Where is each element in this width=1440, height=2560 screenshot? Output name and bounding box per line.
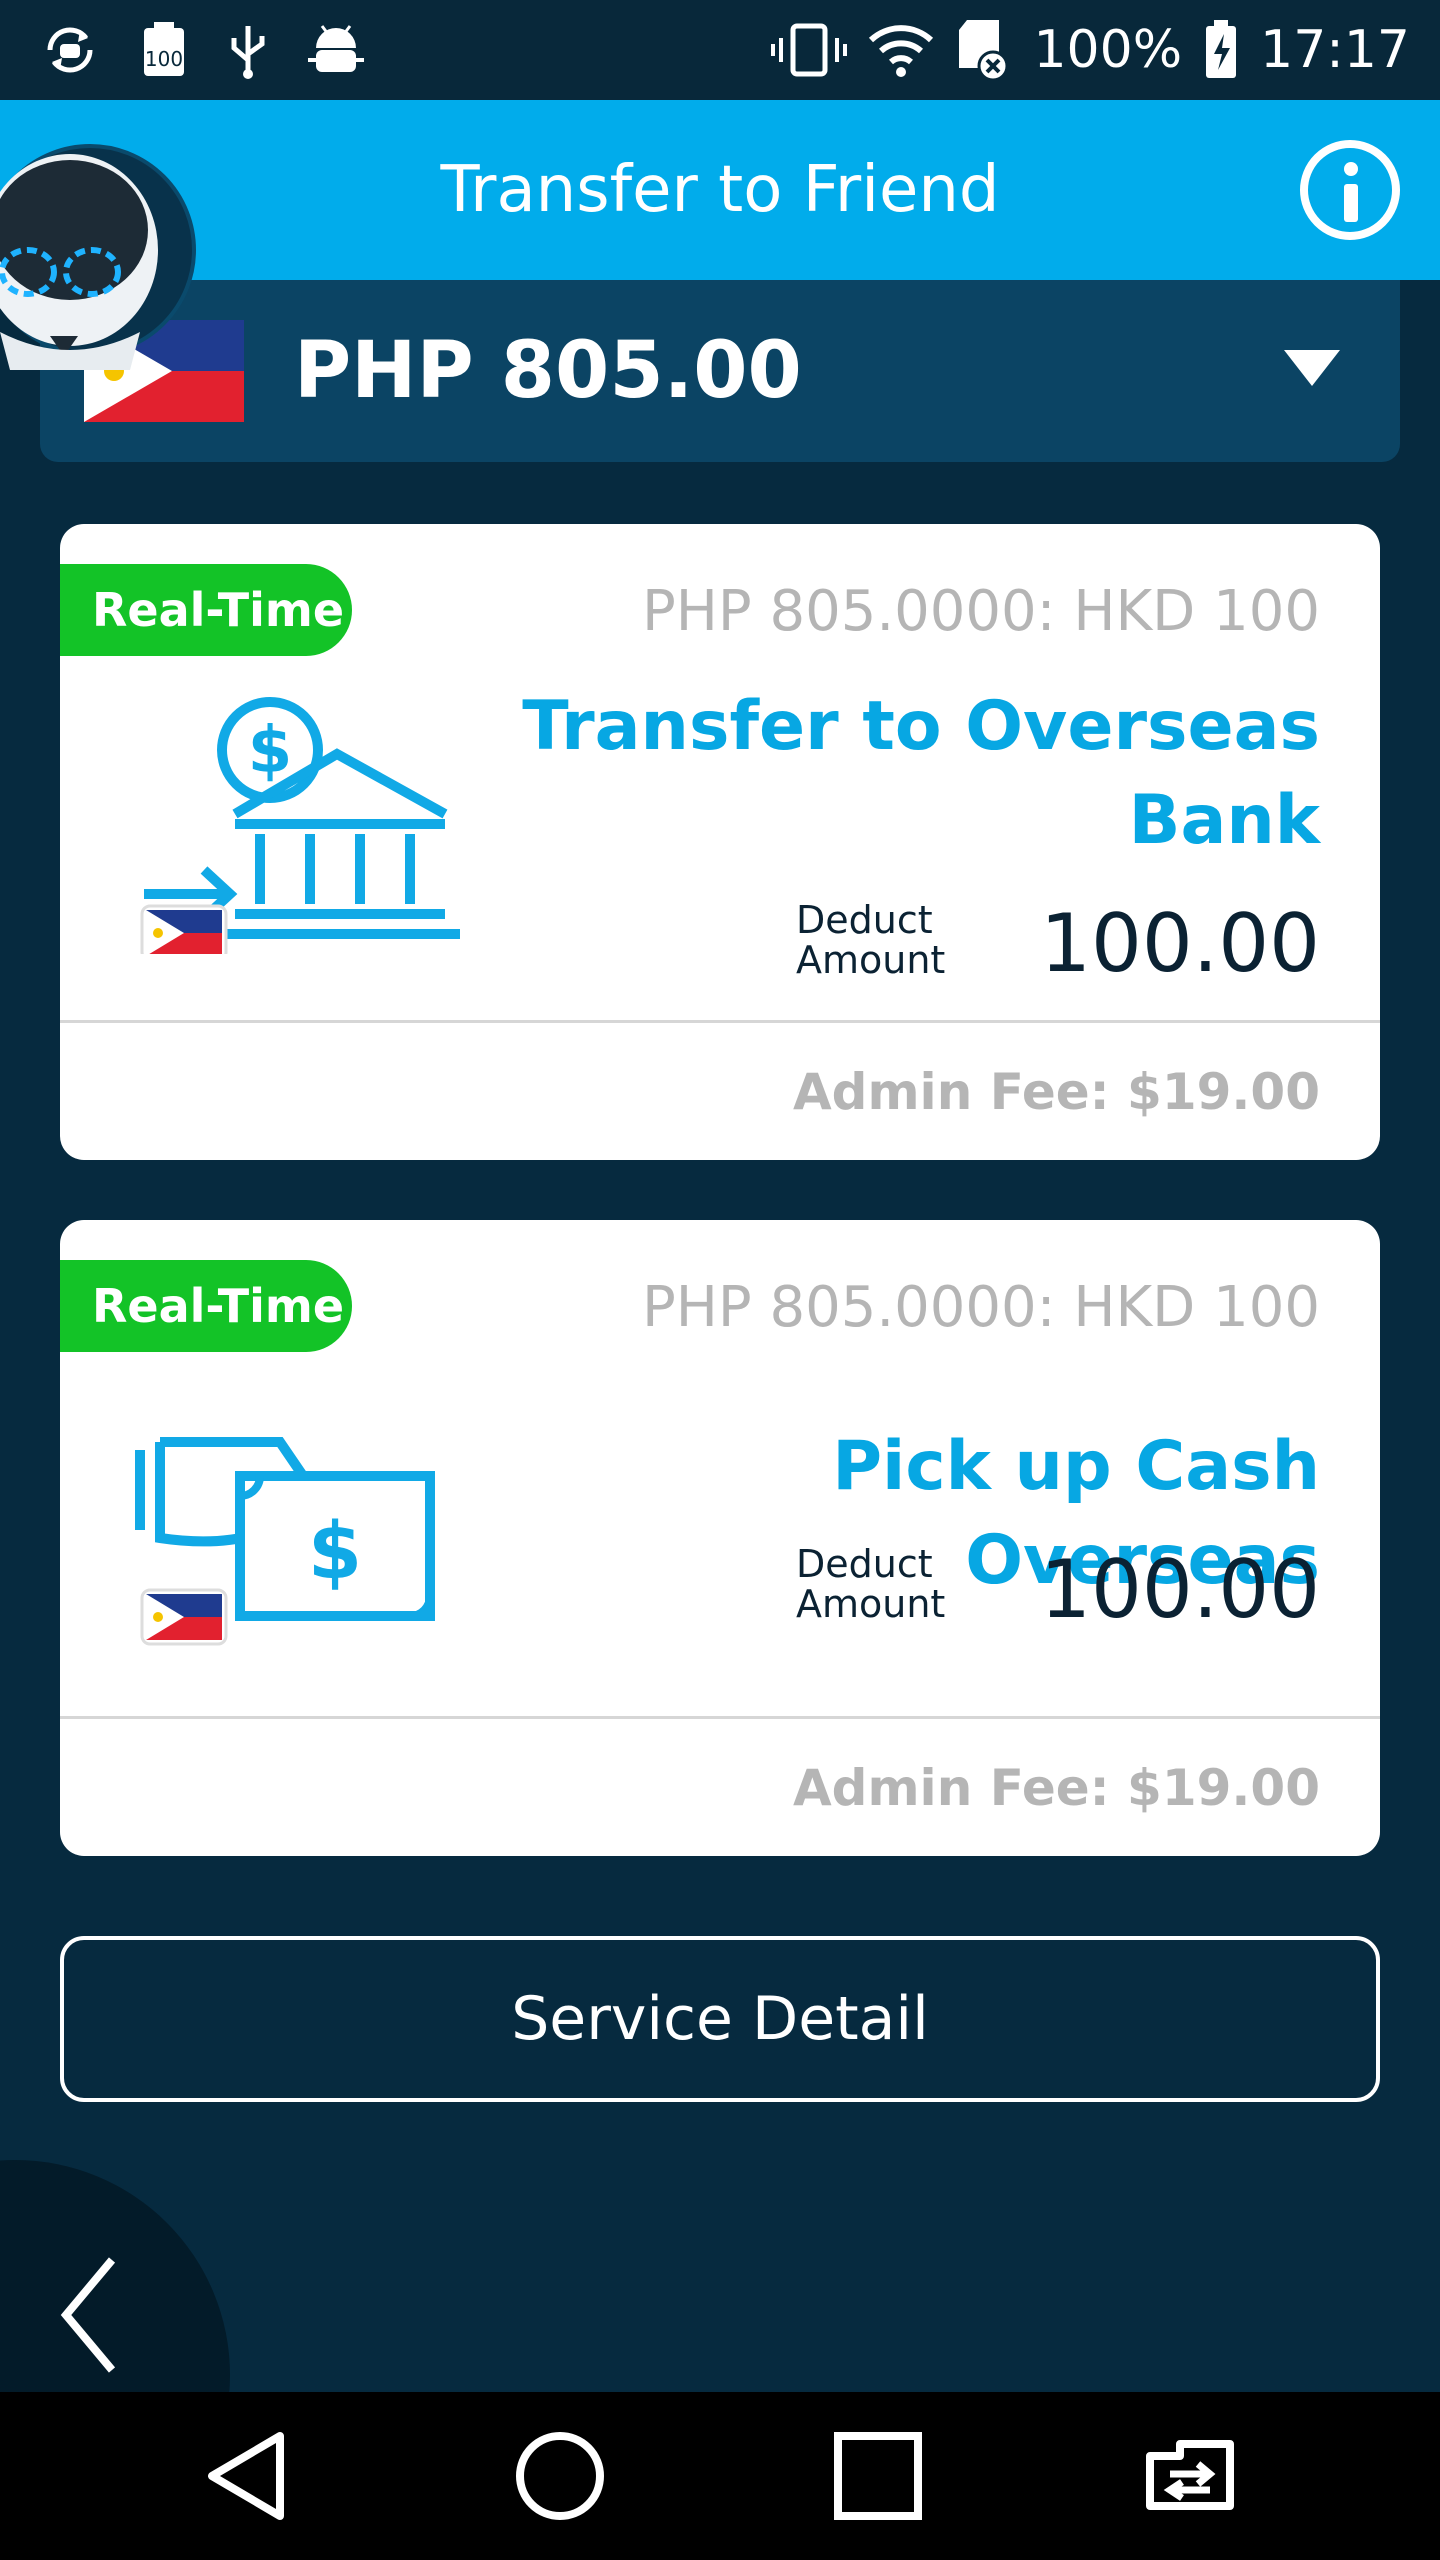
usb-icon: [228, 20, 268, 80]
exchange-rate: PHP 805.0000: HKD 100: [642, 1275, 1320, 1340]
deduct-label-line-1: Deduct: [796, 898, 933, 942]
nav-switch-app-icon[interactable]: [1140, 2426, 1240, 2526]
deduct-label-line-2: Amount: [796, 1582, 946, 1626]
divider: [60, 1020, 1380, 1023]
deduct-label-line-2: Amount: [796, 938, 946, 982]
realtime-badge: Real-Time: [60, 1260, 352, 1352]
storage-100-icon: 100: [140, 20, 188, 80]
app-screen: 100 100% 17:17 Transfer to Friend PHP 80…: [0, 0, 1440, 2560]
sync-icon: [40, 20, 100, 80]
deduct-amount-value: 100.00: [1040, 897, 1320, 990]
android-debug-icon: [308, 20, 364, 80]
svg-text:100: 100: [145, 47, 183, 71]
nav-recents-icon[interactable]: [828, 2426, 928, 2526]
service-title: Transfer to Overseas Bank: [522, 687, 1320, 860]
service-detail-button[interactable]: Service Detail: [60, 1936, 1380, 2102]
system-nav-bar: [0, 2392, 1440, 2560]
deduct-amount-label: Deduct Amount: [796, 900, 986, 980]
status-bar: 100 100% 17:17: [0, 0, 1440, 100]
cash-pickup-icon: $: [135, 1437, 435, 1646]
bank-transfer-icon: $: [140, 697, 460, 954]
exchange-rate: PHP 805.0000: HKD 100: [642, 579, 1320, 644]
svg-text:$: $: [308, 1507, 362, 1597]
service-card-overseas-bank[interactable]: Real-Time PHP 805.0000: HKD 100 $ Transf: [60, 524, 1380, 1160]
vibrate-icon: [771, 20, 848, 80]
page-title: Transfer to Friend: [440, 153, 1000, 227]
realtime-badge: Real-Time: [60, 564, 352, 656]
service-card-cash-pickup[interactable]: Real-Time PHP 805.0000: HKD 100 $ Pick u…: [60, 1220, 1380, 1856]
sd-card-error-icon: [955, 18, 1011, 82]
chevron-down-icon: [1284, 350, 1340, 386]
battery-percent: 100%: [1033, 20, 1183, 80]
nav-home-icon[interactable]: [510, 2426, 610, 2526]
currency-amount: PHP 805.00: [294, 326, 802, 416]
admin-fee: Admin Fee: $19.00: [792, 1759, 1320, 1817]
battery-charging-icon: [1204, 20, 1238, 80]
currency-dropdown[interactable]: PHP 805.00: [40, 280, 1400, 462]
robot-mascot-icon[interactable]: [0, 100, 200, 380]
divider: [60, 1716, 1380, 1719]
svg-text:$: $: [248, 714, 293, 788]
deduct-amount-value: 100.00: [1040, 1543, 1320, 1636]
nav-back-icon[interactable]: [196, 2426, 296, 2526]
deduct-amount-label: Deduct Amount: [796, 1544, 986, 1624]
chevron-left-icon[interactable]: [56, 2240, 126, 2390]
wifi-icon: [869, 20, 934, 80]
deduct-label-line-1: Deduct: [796, 1542, 933, 1586]
info-icon[interactable]: [1300, 140, 1400, 240]
admin-fee: Admin Fee: $19.00: [792, 1063, 1320, 1121]
clock: 17:17: [1260, 20, 1410, 80]
app-header: Transfer to Friend: [0, 100, 1440, 280]
